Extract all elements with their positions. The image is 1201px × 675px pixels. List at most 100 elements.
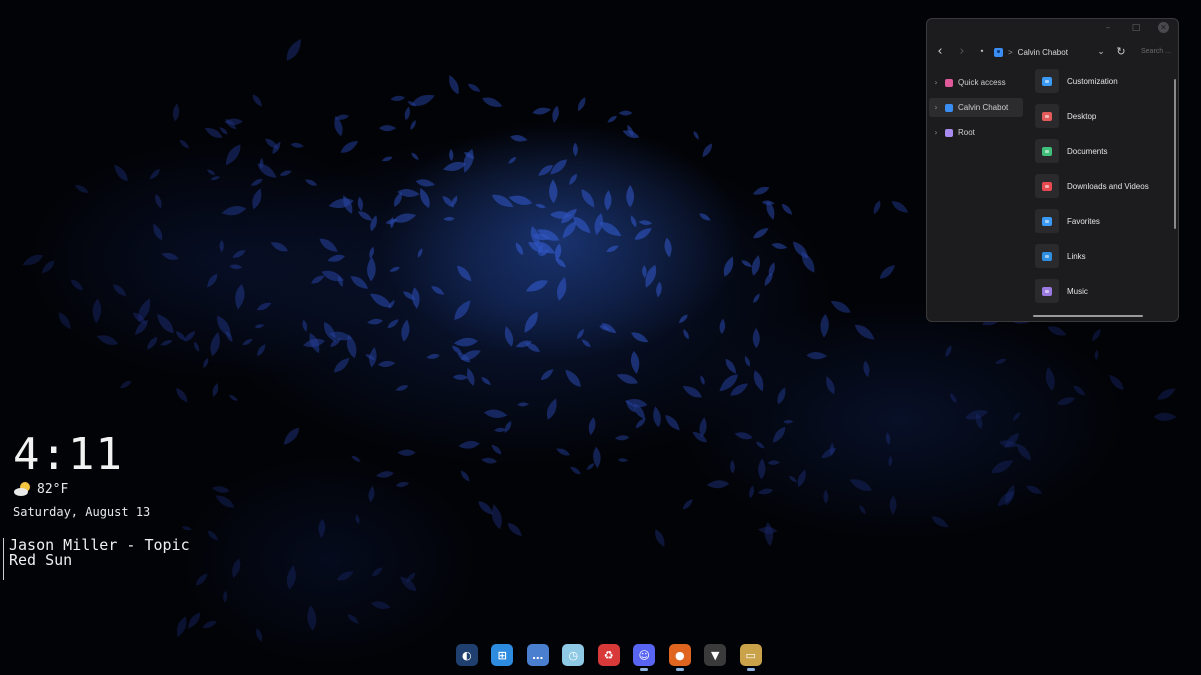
leaf-shape bbox=[449, 75, 459, 95]
back-button[interactable]: ‹ bbox=[933, 44, 947, 60]
folder-icon bbox=[1035, 174, 1059, 198]
minimize-button[interactable]: – bbox=[1101, 21, 1115, 35]
leaf-shape bbox=[570, 466, 581, 475]
folder-item[interactable]: Customization bbox=[1035, 66, 1161, 96]
leaf-shape bbox=[304, 179, 318, 186]
leaf-shape bbox=[879, 265, 896, 279]
folder-glyph-icon bbox=[1042, 251, 1052, 261]
sidebar-item-root[interactable]: › Root bbox=[929, 123, 1023, 142]
leaf-shape bbox=[175, 331, 186, 341]
leaf-shape bbox=[155, 194, 162, 209]
search-input[interactable]: Search ... bbox=[1141, 46, 1177, 58]
folder-item[interactable]: Desktop bbox=[1035, 101, 1161, 131]
leaf-shape bbox=[355, 514, 360, 525]
running-indicator bbox=[746, 668, 755, 671]
more-apps-icon[interactable]: … bbox=[526, 644, 549, 666]
leaf-shape bbox=[367, 256, 376, 282]
maximize-button[interactable]: □ bbox=[1129, 21, 1143, 35]
leaf-shape bbox=[270, 242, 288, 252]
start-menu-icon[interactable]: ⊞ bbox=[491, 644, 514, 666]
clock-app-icon[interactable]: ◷ bbox=[562, 644, 585, 666]
chevron-right-icon[interactable]: › bbox=[929, 78, 943, 87]
firefox-icon[interactable]: ● bbox=[668, 644, 691, 666]
chevron-right-icon[interactable]: › bbox=[929, 103, 943, 112]
leaf-shape bbox=[730, 459, 735, 474]
dock-item[interactable]: ◷ bbox=[556, 640, 592, 674]
leaf-shape bbox=[1153, 412, 1177, 421]
leaf-shape bbox=[950, 393, 957, 404]
folder-item[interactable]: Favorites bbox=[1035, 206, 1161, 236]
folder-item[interactable]: Downloads and Videos bbox=[1035, 171, 1161, 201]
leaf-shape bbox=[781, 203, 793, 215]
leaf-shape bbox=[449, 148, 454, 161]
recycle-icon[interactable]: ♻ bbox=[597, 644, 620, 666]
leaf-shape bbox=[442, 161, 467, 171]
folder-item[interactable]: Links bbox=[1035, 241, 1161, 271]
leaf-shape bbox=[411, 152, 419, 160]
file-explorer-window[interactable]: – □ ✕ ‹ › • > Calvin Chabot ⌄ ↻ Search .… bbox=[926, 18, 1179, 322]
title-bar[interactable]: – □ ✕ bbox=[927, 19, 1178, 37]
date-label: Saturday, August 13 bbox=[13, 505, 151, 519]
now-playing: Jason Miller - Topic Red Sun bbox=[3, 538, 190, 580]
wolf-app-icon[interactable]: ▼ bbox=[704, 644, 727, 666]
horizontal-scrollbar[interactable] bbox=[1033, 315, 1143, 317]
dock-item[interactable]: ● bbox=[662, 640, 698, 674]
leaf-shape bbox=[617, 458, 629, 462]
dock-item[interactable]: ◐ bbox=[449, 640, 485, 674]
leaf-shape bbox=[318, 518, 326, 539]
folder-item[interactable]: Documents bbox=[1035, 136, 1161, 166]
sidebar-item-quick-access[interactable]: › Quick access bbox=[929, 73, 1023, 92]
leaf-shape bbox=[395, 481, 410, 488]
leaf-shape bbox=[368, 485, 375, 503]
dock-item[interactable]: ⊞ bbox=[485, 640, 521, 674]
leaf-shape bbox=[431, 286, 445, 295]
vertical-scrollbar[interactable] bbox=[1174, 79, 1176, 229]
breadcrumb-location[interactable]: Calvin Chabot bbox=[1018, 48, 1068, 57]
now-playing-track: Red Sun bbox=[9, 551, 73, 569]
leaf-shape bbox=[638, 220, 653, 226]
refresh-button[interactable]: ↻ bbox=[1114, 44, 1128, 60]
leaf-shape bbox=[187, 612, 201, 629]
leaf-shape bbox=[254, 324, 265, 329]
breadcrumb[interactable]: > Calvin Chabot bbox=[994, 44, 1068, 60]
leaf-shape bbox=[58, 312, 71, 330]
leaf-shape bbox=[381, 156, 393, 162]
leaf-shape bbox=[181, 526, 192, 531]
sidebar-item-calvin-chabot[interactable]: › Calvin Chabot bbox=[929, 98, 1023, 117]
leaf-shape bbox=[546, 398, 557, 420]
leaf-shape bbox=[626, 184, 635, 208]
forward-button[interactable]: › bbox=[955, 44, 969, 60]
leaf-shape bbox=[411, 94, 435, 106]
folder-icon bbox=[1035, 69, 1059, 93]
dock-item[interactable]: ♻ bbox=[591, 640, 627, 674]
dock-item[interactable]: ▭ bbox=[733, 640, 769, 674]
toggle-app-icon[interactable]: ◐ bbox=[455, 644, 478, 666]
dock-item[interactable]: … bbox=[520, 640, 556, 674]
dock-item[interactable]: ▼ bbox=[698, 640, 734, 674]
leaf-shape bbox=[250, 178, 263, 186]
chevron-down-icon[interactable]: ⌄ bbox=[1094, 44, 1108, 60]
folder-list: Customization Desktop Documents Downloads a… bbox=[1035, 69, 1175, 315]
leaf-shape bbox=[588, 417, 596, 436]
dock-item[interactable]: ☺ bbox=[627, 640, 663, 674]
leaf-shape bbox=[160, 339, 173, 346]
leaf-shape bbox=[194, 341, 199, 352]
folder-icon bbox=[1035, 244, 1059, 268]
leaf-shape bbox=[699, 213, 711, 221]
close-button[interactable]: ✕ bbox=[1158, 22, 1169, 33]
temperature: 82°F bbox=[37, 481, 69, 497]
leaf-shape bbox=[859, 504, 866, 515]
discord-icon[interactable]: ☺ bbox=[633, 644, 656, 666]
leaf-shape bbox=[525, 280, 548, 292]
leaf-shape bbox=[607, 115, 617, 123]
leaf-shape bbox=[793, 241, 809, 259]
recent-locations-icon[interactable]: • bbox=[975, 44, 989, 60]
leaf-shape bbox=[586, 463, 595, 470]
leaf-shape bbox=[357, 196, 363, 212]
leaf-shape bbox=[393, 213, 417, 223]
file-explorer-icon[interactable]: ▭ bbox=[739, 644, 762, 666]
leaf-shape bbox=[177, 616, 187, 638]
leaf-shape bbox=[426, 353, 440, 359]
chevron-right-icon[interactable]: › bbox=[929, 128, 943, 137]
folder-item[interactable]: Music bbox=[1035, 276, 1161, 306]
